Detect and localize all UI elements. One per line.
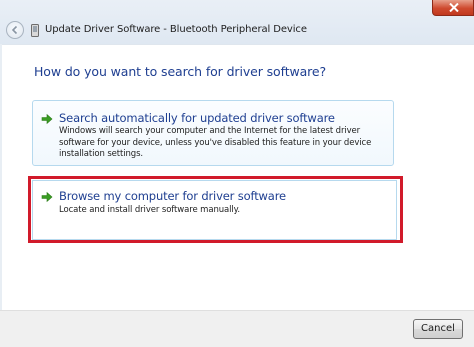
option-description: Windows will search your computer and th… (59, 126, 372, 159)
option-title: Search automatically for updated driver … (59, 111, 335, 125)
search-automatically-option[interactable]: Search automatically for updated driver … (32, 100, 394, 166)
window-title: Update Driver Software - Bluetooth Perip… (45, 24, 307, 35)
cancel-button[interactable]: Cancel (413, 319, 463, 339)
close-icon (449, 3, 459, 12)
update-driver-dialog: Update Driver Software - Bluetooth Perip… (0, 0, 474, 347)
window-edge (0, 44, 2, 310)
green-arrow-icon (41, 113, 53, 125)
back-button[interactable] (6, 21, 24, 39)
close-button[interactable] (432, 0, 474, 16)
dialog-footer: Cancel (0, 310, 474, 347)
title-bar: Update Driver Software - Bluetooth Perip… (0, 0, 474, 45)
back-arrow-icon (11, 25, 18, 35)
page-heading: How do you want to search for driver sof… (34, 64, 327, 79)
device-icon (31, 24, 39, 37)
red-highlight-box (28, 176, 403, 243)
